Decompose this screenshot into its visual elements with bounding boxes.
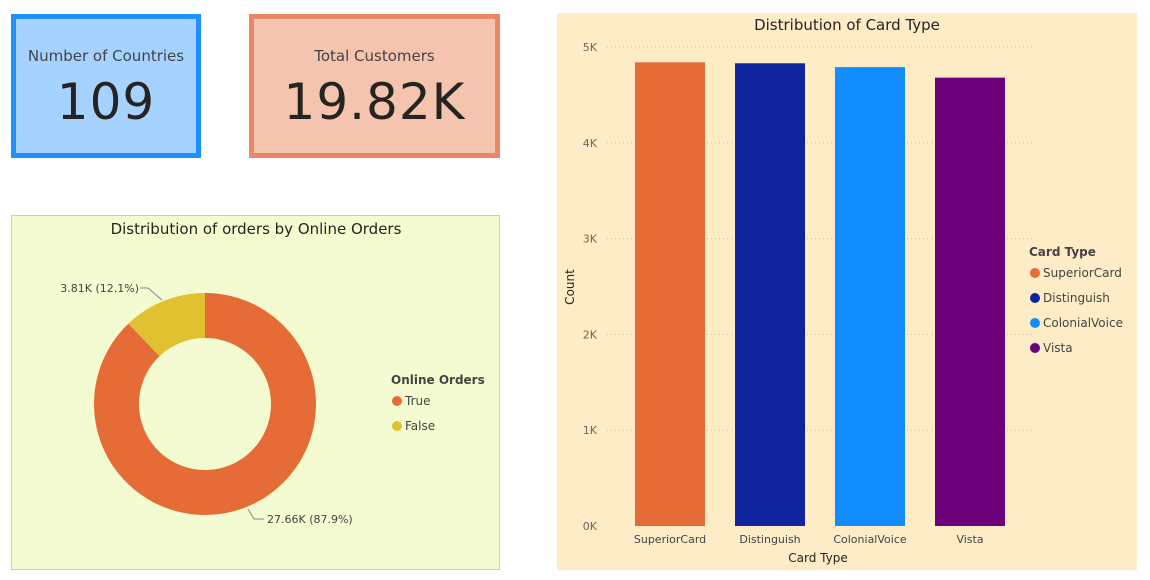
legend-title: Online Orders bbox=[391, 373, 485, 387]
legend-marker-distinguish bbox=[1030, 293, 1040, 303]
legend-marker-colonialvoice bbox=[1030, 318, 1040, 328]
legend-marker-false bbox=[392, 421, 402, 431]
y-tick-label: 3K bbox=[583, 233, 598, 246]
bar-vista bbox=[935, 77, 1005, 526]
kpi-label: Number of Countries bbox=[27, 47, 185, 65]
y-tick-label: 2K bbox=[583, 328, 598, 341]
data-label-false: 3.81K (12.1%) bbox=[60, 282, 139, 295]
legend-label-false: False bbox=[405, 419, 435, 433]
chart-title: Distribution of Card Type bbox=[754, 16, 940, 34]
legend-label-distinguish: Distinguish bbox=[1043, 291, 1110, 305]
legend-label-true: True bbox=[404, 394, 431, 408]
bar-superiorcard bbox=[635, 62, 705, 526]
legend-label-colonialvoice: ColonialVoice bbox=[1043, 316, 1123, 330]
legend-title: Card Type bbox=[1029, 245, 1096, 259]
x-tick-label: ColonialVoice bbox=[833, 533, 907, 546]
data-label-true: 27.66K (87.9%) bbox=[267, 513, 353, 526]
x-axis-label: Card Type bbox=[788, 551, 847, 565]
legend-label-vista: Vista bbox=[1043, 341, 1073, 355]
bar-colonialvoice bbox=[835, 67, 905, 527]
leader-line bbox=[140, 287, 163, 301]
legend-marker-superiorcard bbox=[1030, 268, 1040, 278]
x-tick-label: Vista bbox=[956, 533, 983, 546]
donut-chart-panel: Distribution of orders by Online Orders 2… bbox=[11, 215, 500, 570]
bar-chart-panel: Distribution of Card Type 0K 1K 2K 3K 4K 5K Sup… bbox=[557, 13, 1137, 570]
y-tick-label: 0K bbox=[583, 520, 598, 533]
y-tick-label: 1K bbox=[583, 424, 598, 437]
kpi-value: 109 bbox=[56, 73, 156, 131]
y-axis-label: Count bbox=[563, 269, 577, 305]
chart-title: Distribution of orders by Online Orders bbox=[111, 220, 402, 238]
legend-label-superiorcard: SuperiorCard bbox=[1043, 266, 1122, 280]
x-tick-label: Distinguish bbox=[739, 533, 800, 546]
y-tick-label: 5K bbox=[583, 41, 598, 54]
x-tick-label: SuperiorCard bbox=[634, 533, 706, 546]
kpi-card-total-customers: Total Customers 19.82K bbox=[249, 14, 500, 158]
donut-chart: Distribution of orders by Online Orders 2… bbox=[60, 220, 485, 526]
bar-distinguish bbox=[735, 63, 805, 526]
y-tick-label: 4K bbox=[583, 137, 598, 150]
legend-marker-true bbox=[392, 396, 402, 406]
kpi-label: Total Customers bbox=[314, 47, 435, 65]
bar-chart: Distribution of Card Type 0K 1K 2K 3K 4K 5K Sup… bbox=[563, 16, 1123, 565]
leader-line bbox=[247, 508, 264, 520]
legend-marker-vista bbox=[1030, 343, 1040, 353]
kpi-value: 19.82K bbox=[283, 73, 466, 131]
kpi-card-number-of-countries: Number of Countries 109 bbox=[11, 14, 201, 158]
